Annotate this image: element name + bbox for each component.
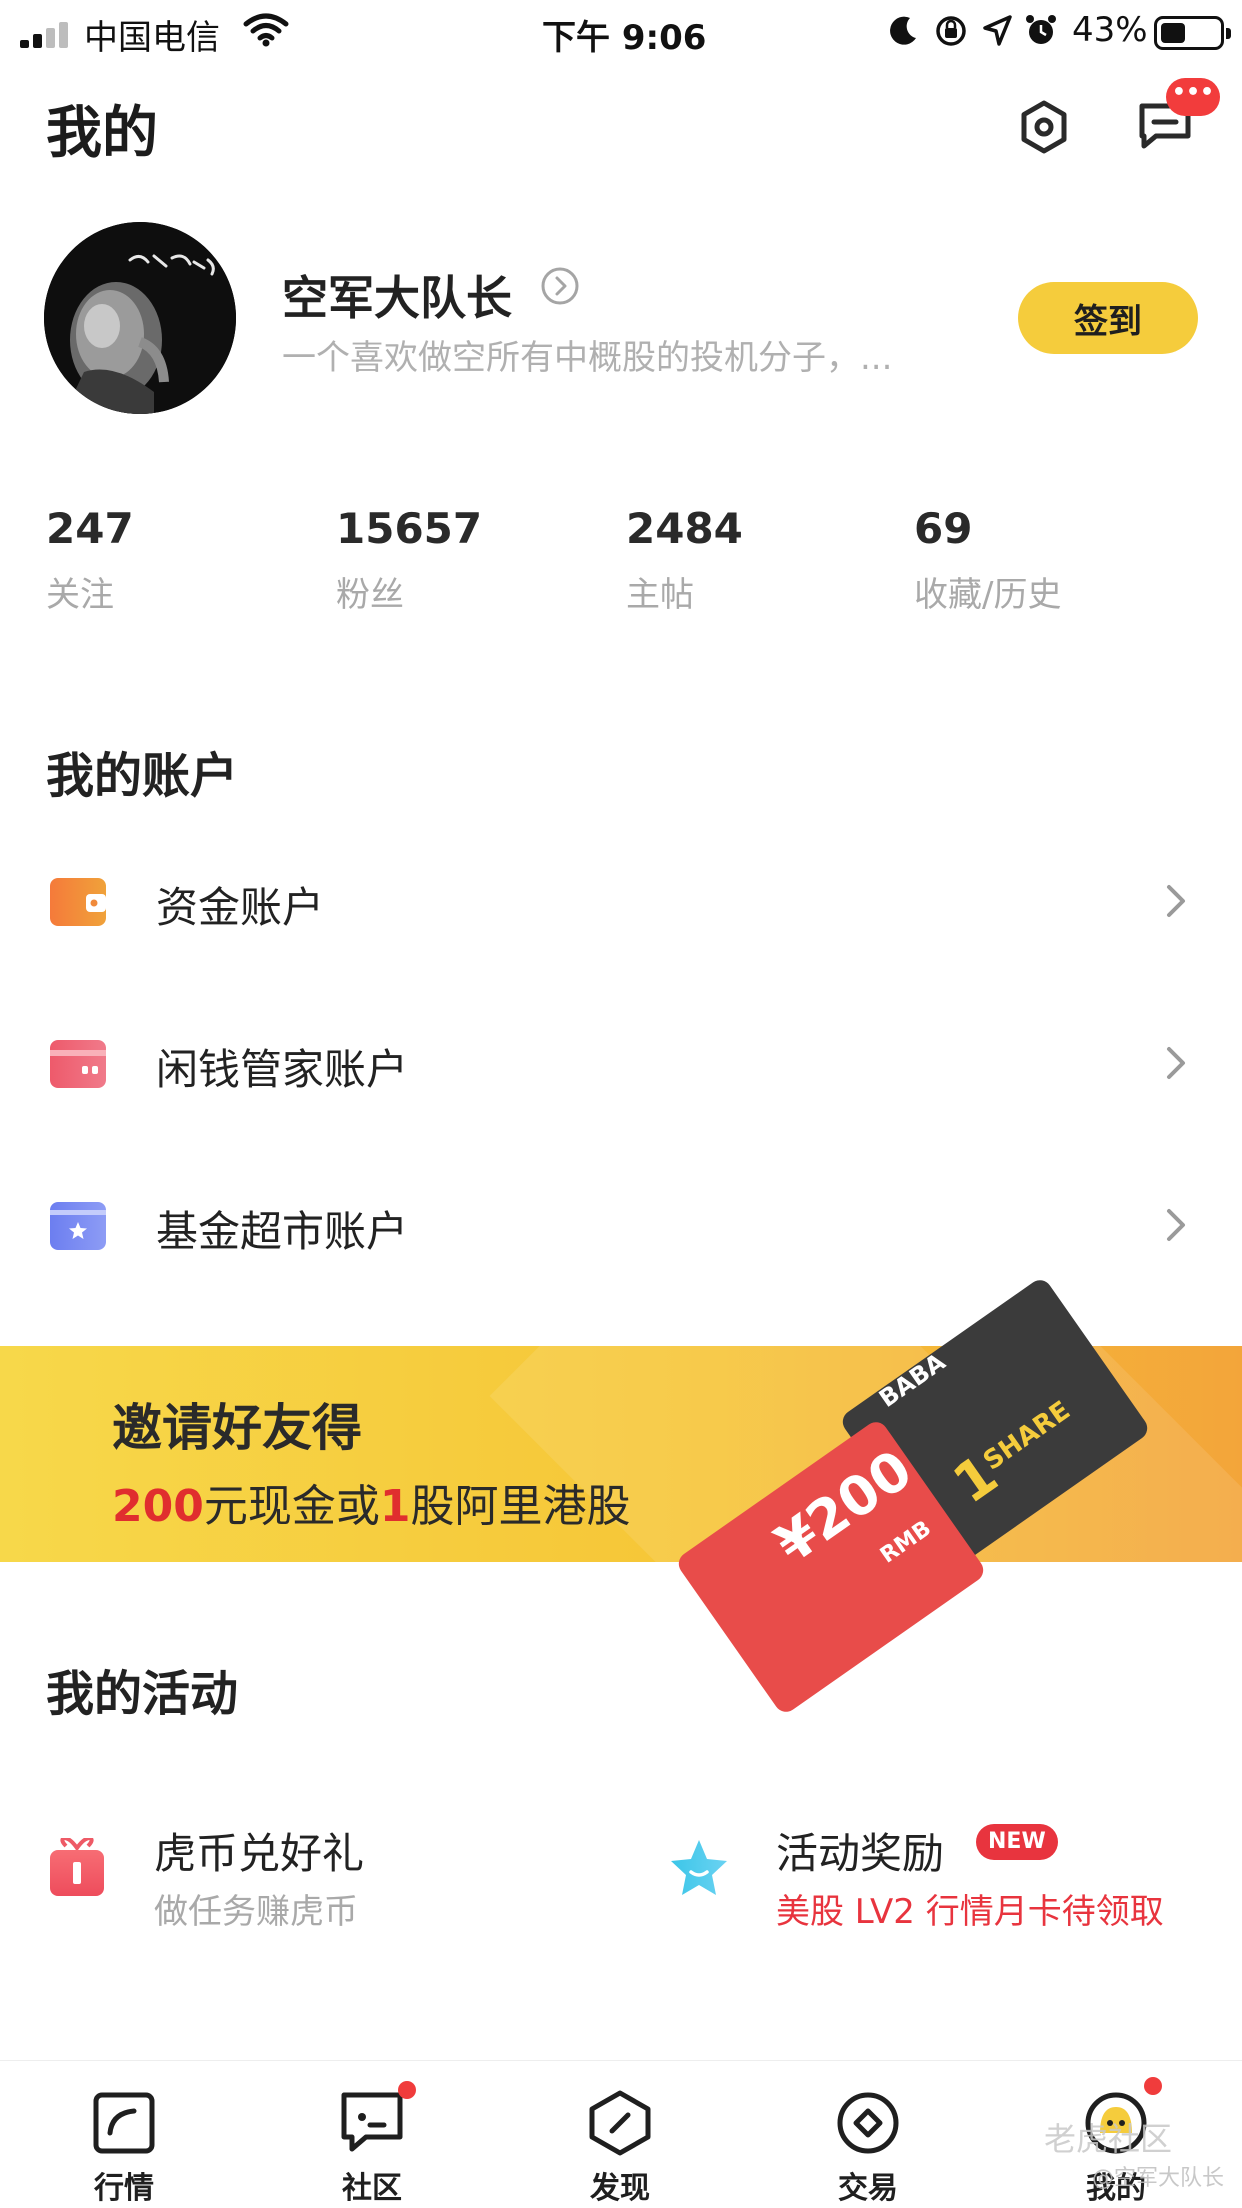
- chevron-right-icon: [1167, 1047, 1185, 1079]
- tab-label: 发现: [590, 2171, 650, 2206]
- banner-text: 股阿里港股: [410, 1481, 631, 1532]
- account-row-fund-market[interactable]: 基金超市账户: [0, 1150, 1242, 1300]
- tab-trade[interactable]: 交易: [744, 2061, 992, 2208]
- rotation-lock-icon: [936, 16, 966, 46]
- gift-icon: [50, 1838, 104, 1896]
- stat-label: 主帖: [626, 575, 694, 615]
- stat-label: 收藏/历史: [914, 575, 1062, 615]
- activity-subtitle: 美股 LV2 行情月卡待领取: [776, 1892, 1164, 1932]
- account-row-funds[interactable]: 资金账户: [0, 826, 1242, 976]
- stat-value: 15657: [336, 504, 483, 553]
- avatar-portrait: [44, 222, 236, 414]
- community-icon: [341, 2092, 403, 2152]
- banner-text: 元现金或: [203, 1481, 380, 1532]
- stat-posts[interactable]: 2484 主帖: [626, 504, 896, 616]
- tab-market[interactable]: 行情: [0, 2061, 248, 2208]
- activity-subtitle: 做任务赚虎币: [154, 1892, 358, 1932]
- account-label: 基金超市账户: [156, 1207, 409, 1256]
- stat-value: 2484: [626, 504, 743, 553]
- card-icon: [50, 1040, 106, 1088]
- banner-title: 邀请好友得: [112, 1399, 362, 1457]
- battery-percent: 43%: [1072, 10, 1148, 50]
- stat-label: 关注: [46, 575, 114, 615]
- banner-subtitle: 200元现金或1股阿里港股: [112, 1470, 630, 1534]
- moon-icon: [890, 16, 916, 45]
- notification-dot: [398, 2081, 416, 2099]
- profile-bio: 一个喜欢做空所有中概股的投机分子，...: [282, 338, 893, 378]
- fund-icon: [50, 1202, 106, 1250]
- stat-favorites-history[interactable]: 69 收藏/历史: [914, 504, 1184, 616]
- checkin-button[interactable]: 签到: [1018, 282, 1198, 354]
- new-badge: NEW: [976, 1824, 1058, 1860]
- market-icon: [93, 2092, 155, 2154]
- account-row-idle-cash[interactable]: 闲钱管家账户: [0, 988, 1242, 1138]
- account-label: 资金账户: [156, 883, 325, 932]
- discover-icon: [589, 2090, 651, 2156]
- tab-community[interactable]: 社区: [248, 2061, 496, 2208]
- tab-label: 社区: [342, 2171, 402, 2206]
- location-icon: [983, 15, 1012, 46]
- activity-title: 虎币兑好礼: [154, 1829, 365, 1878]
- wallet-icon: [50, 878, 106, 926]
- activities-section-title: 我的活动: [46, 1666, 239, 1722]
- alarm-icon: [1026, 15, 1056, 44]
- battery-icon: [1154, 16, 1231, 50]
- tab-discover[interactable]: 发现: [496, 2061, 744, 2208]
- wifi-icon: [243, 13, 289, 47]
- signal-icon: [20, 20, 72, 48]
- settings-icon[interactable]: [1018, 100, 1070, 154]
- chevron-right-icon: [1167, 885, 1185, 917]
- watermark: 老虎社区: [1044, 2120, 1173, 2158]
- notification-dot: [1144, 2077, 1162, 2095]
- message-badge: •••: [1166, 78, 1220, 116]
- tab-label: 行情: [94, 2171, 154, 2206]
- status-bar: 中国电信 下午 9:06 43%: [0, 0, 1242, 62]
- tab-label: 交易: [838, 2171, 898, 2206]
- avatar[interactable]: [44, 222, 236, 414]
- stat-following[interactable]: 247 关注: [46, 504, 316, 616]
- stat-label: 粉丝: [336, 575, 404, 615]
- chevron-right-icon: [1167, 1209, 1185, 1241]
- star-icon: [671, 1840, 727, 1895]
- watermark-handle: @空军大队长: [1092, 2166, 1225, 2191]
- trade-icon: [837, 2092, 899, 2154]
- accounts-section-title: 我的账户: [46, 748, 239, 804]
- carrier-label: 中国电信: [84, 18, 220, 58]
- banner-amount: 200: [112, 1481, 204, 1532]
- stat-value: 69: [914, 504, 973, 553]
- profile-chevron-icon[interactable]: [540, 266, 580, 306]
- banner-count: 1: [379, 1481, 411, 1532]
- account-label: 闲钱管家账户: [156, 1045, 409, 1094]
- stat-followers[interactable]: 15657 粉丝: [336, 504, 606, 616]
- profile-name[interactable]: 空军大队长: [282, 262, 512, 328]
- page-title: 我的: [46, 101, 158, 166]
- clock: 下午 9:06: [542, 18, 707, 58]
- activity-title: 活动奖励: [776, 1829, 945, 1878]
- stat-value: 247: [46, 504, 134, 553]
